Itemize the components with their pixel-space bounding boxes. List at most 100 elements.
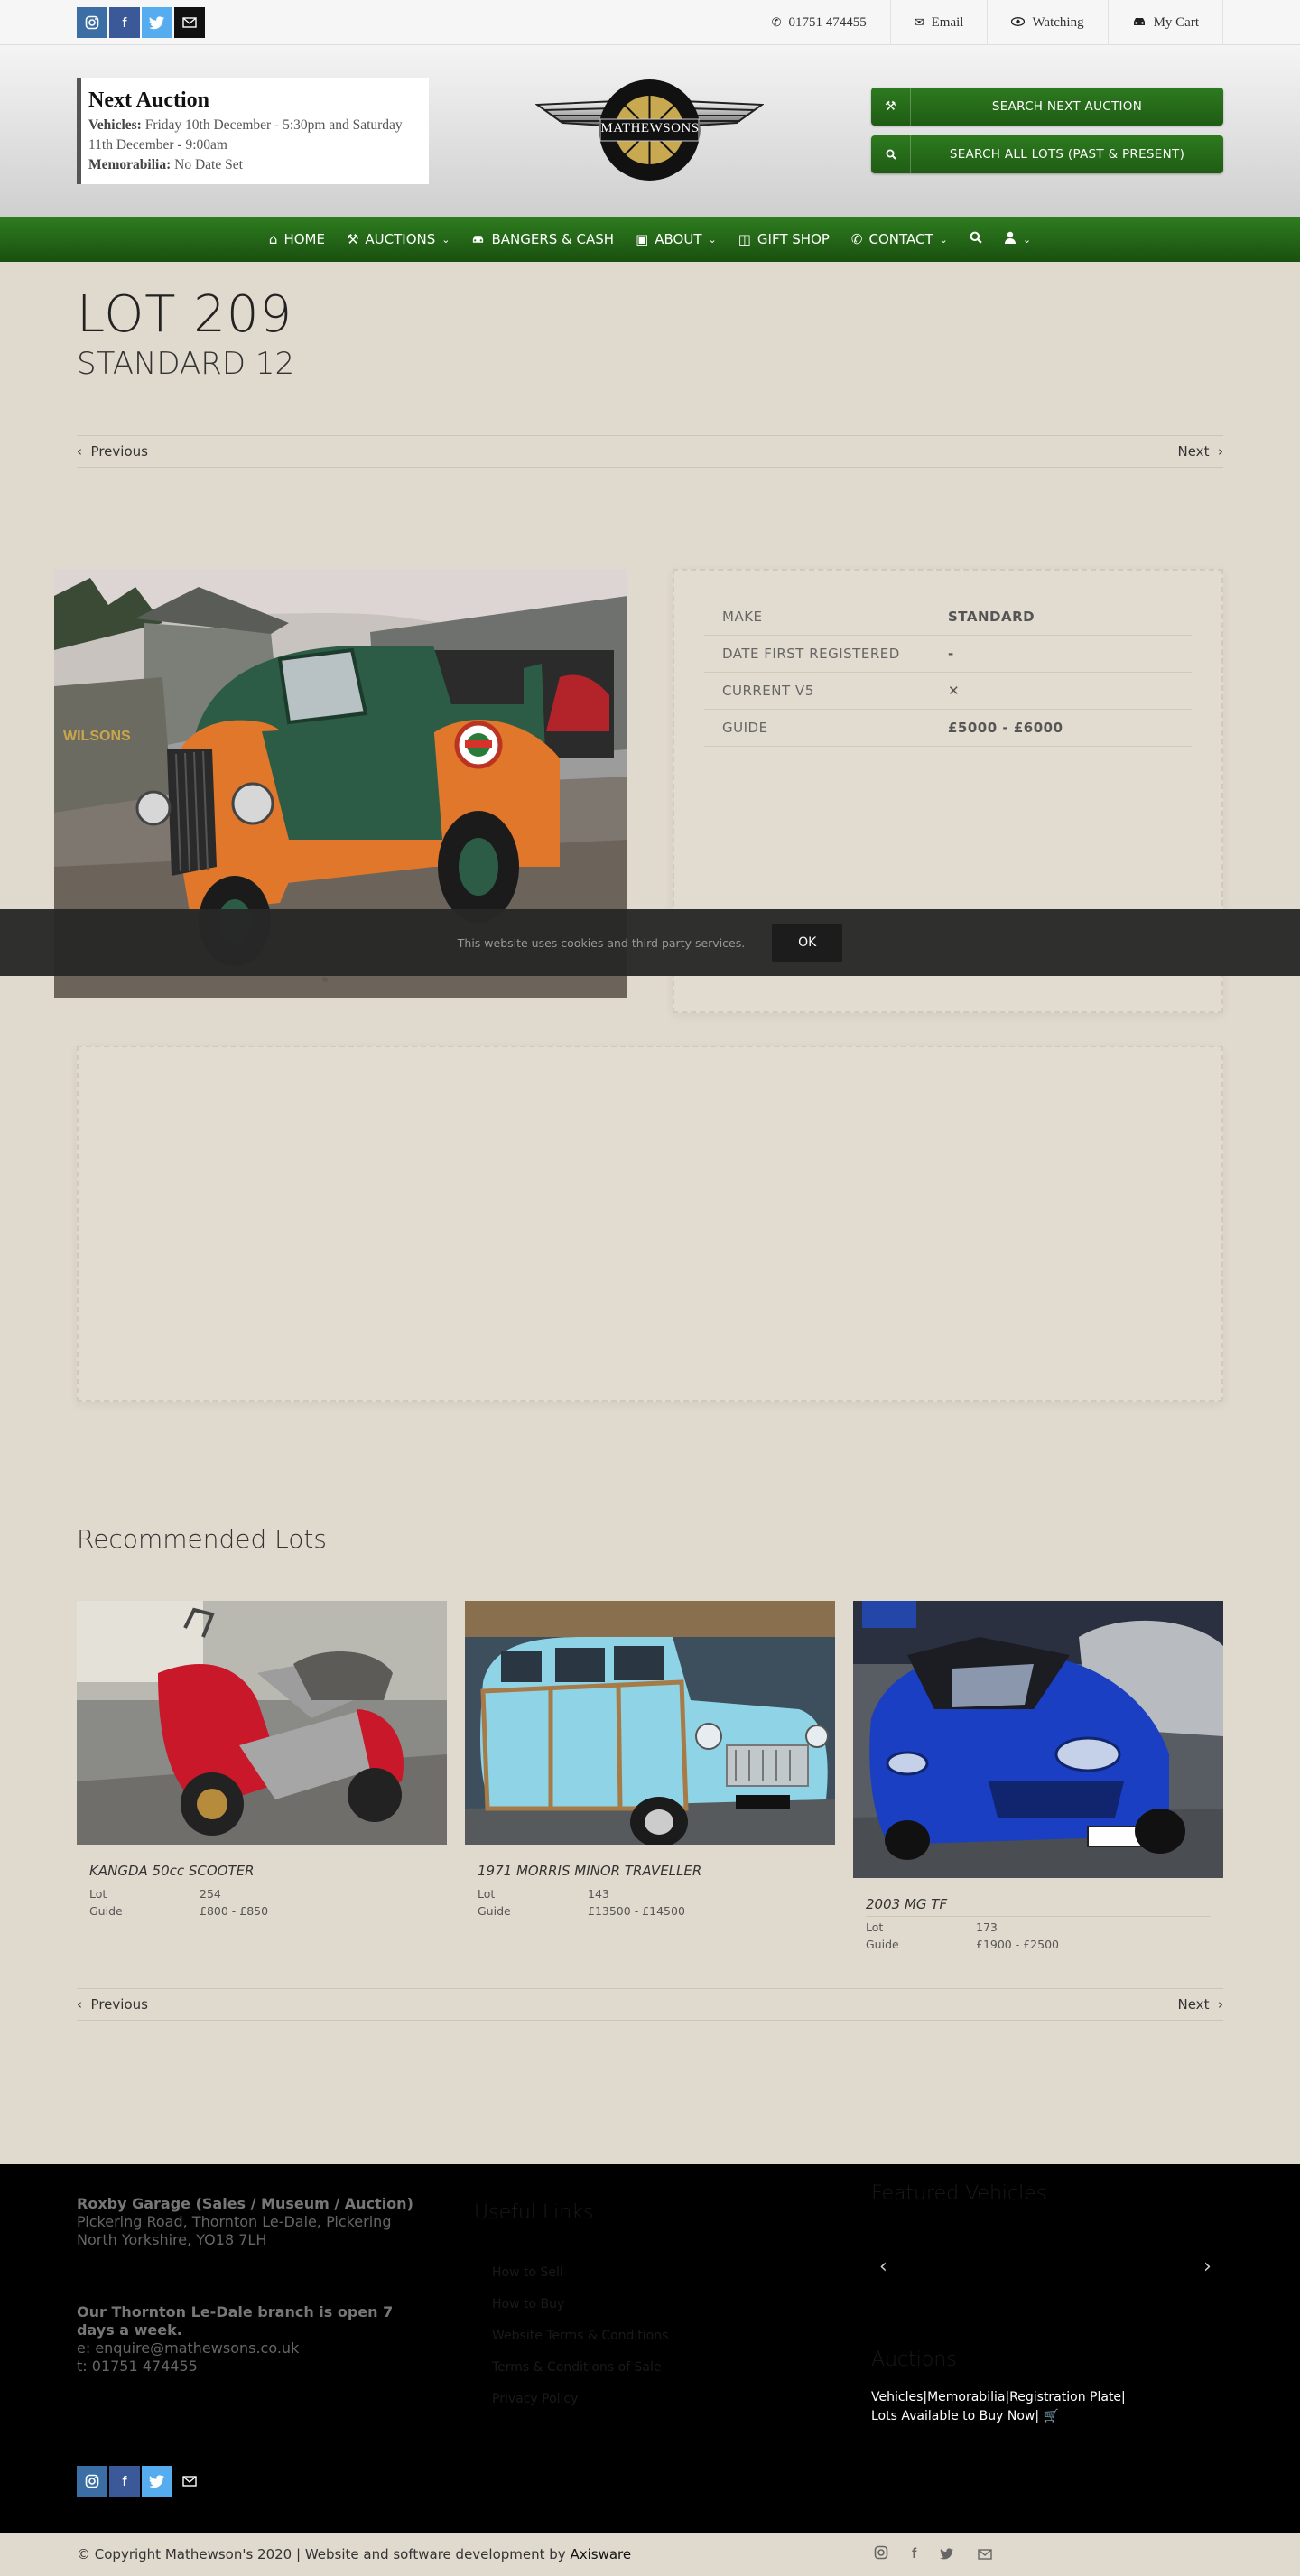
envelope-icon: ✉ xyxy=(914,15,924,29)
garage-address: Pickering Road, Thornton Le-Dale, Picker… xyxy=(77,2213,392,2248)
home-icon: ⌂ xyxy=(268,231,278,247)
footer-link-how-to-sell[interactable]: How to Sell xyxy=(492,2257,668,2289)
facebook-icon[interactable]: f xyxy=(109,7,140,38)
email-icon[interactable] xyxy=(978,2546,993,2563)
recommended-lot-card[interactable]: KANGDA 50cc SCOOTER Lot 254 Guide £800 - £… xyxy=(77,1601,447,1918)
gavel-icon: ⚒ xyxy=(871,88,911,126)
search-next-auction-button[interactable]: ⚒ SEARCH NEXT AUCTION xyxy=(871,88,1223,126)
buy-now-link[interactable]: Lots Available to Buy Now| xyxy=(871,2409,1039,2423)
spec-row-current-v5: CURRENT V5 ✕ xyxy=(704,673,1192,710)
nav-home[interactable]: ⌂ HOME xyxy=(258,217,336,262)
search-icon xyxy=(970,231,982,247)
instagram-icon[interactable] xyxy=(77,7,107,38)
main-navigation: ⌂ HOME ⚒ AUCTIONS ⌄ BANGERS & CASH ▣ ABOUT ⌄ … xyxy=(0,217,1300,262)
lot-description-box xyxy=(77,1046,1223,1402)
phone-link[interactable]: ✆ 01751 474455 xyxy=(748,0,890,45)
nav-gift-shop[interactable]: ◫ GIFT SHOP xyxy=(728,217,840,262)
nav-about[interactable]: ▣ ABOUT ⌄ xyxy=(625,217,728,262)
footer-link-how-to-buy[interactable]: How to Buy xyxy=(492,2289,668,2320)
lot-title: STANDARD 12 xyxy=(77,346,295,382)
twitter-icon[interactable] xyxy=(940,2546,954,2563)
featured-vehicles-title: Featured Vehicles xyxy=(871,2182,1047,2205)
lot-guide-row: Guide £800 - £850 xyxy=(89,1904,269,1918)
twitter-icon[interactable] xyxy=(142,7,172,38)
nav-account[interactable]: ⌄ xyxy=(993,217,1042,262)
phone-icon: ✆ xyxy=(771,15,782,29)
chevron-right-icon: › xyxy=(1218,1996,1223,2013)
lot-guide-row: Guide £13500 - £14500 xyxy=(478,1904,685,1918)
cubes-icon: ▣ xyxy=(636,231,649,247)
previous-lot-link[interactable]: ‹ Previous xyxy=(77,443,148,460)
chevron-down-icon: ⌄ xyxy=(441,233,450,246)
opening-text: Our Thornton Le-Dale branch is open 7 da… xyxy=(77,2303,394,2339)
footer-link-privacy-policy[interactable]: Privacy Policy xyxy=(492,2384,668,2415)
recommended-pager: ‹ Previous Next › xyxy=(77,1988,1223,2021)
spec-row-date-first-registered: DATE FIRST REGISTERED - xyxy=(704,636,1192,673)
lot-number: LOT 209 xyxy=(77,285,293,344)
next-auction-memorabilia: Memorabilia: No Date Set xyxy=(88,157,243,172)
twitter-icon[interactable] xyxy=(142,2466,172,2497)
auction-links: Vehicles|Memorabilia|Registration Plate|… xyxy=(871,2388,1126,2426)
auction-category-links[interactable]: Vehicles|Memorabilia|Registration Plate| xyxy=(871,2390,1126,2404)
cart-icon: 🛒 xyxy=(1039,2409,1059,2423)
footer-email-link[interactable]: e: enquire@mathewsons.co.uk xyxy=(77,2339,299,2357)
footer-link-terms-of-sale[interactable]: Terms & Conditions of Sale xyxy=(492,2352,668,2384)
svg-text:WILSONS: WILSONS xyxy=(63,729,131,744)
lot-image[interactable] xyxy=(853,1601,1223,1878)
social-links: f xyxy=(77,7,205,38)
lot-name[interactable]: 2003 MG TF xyxy=(866,1896,1211,1917)
copyright-text: © Copyright Mathewson's 2020 | Website a… xyxy=(77,2546,632,2562)
eye-icon xyxy=(1011,15,1026,30)
developer-link[interactable]: Axisware xyxy=(570,2546,631,2562)
facebook-icon[interactable]: f xyxy=(109,2466,140,2497)
lot-image[interactable] xyxy=(465,1601,835,1845)
next-lot-link[interactable]: Next › xyxy=(1178,443,1224,460)
email-icon[interactable] xyxy=(174,7,205,38)
facebook-icon[interactable]: f xyxy=(912,2546,916,2562)
recommended-lot-card[interactable]: 1971 MORRIS MINOR TRAVELLER Lot 143 Guide… xyxy=(465,1601,835,1918)
lot-number-row: Lot 173 xyxy=(866,1920,998,1934)
recommended-lot-card[interactable]: 2003 MG TF Lot 173 Guide £1900 - £2500 xyxy=(853,1601,1223,1951)
logo-text: MATHEWSONS xyxy=(600,121,700,135)
nav-contact[interactable]: ✆ CONTACT ⌄ xyxy=(840,217,959,262)
recommended-previous-link[interactable]: ‹ Previous xyxy=(77,1996,148,2013)
cookie-ok-button[interactable]: OK xyxy=(772,924,843,962)
footer-phone-link[interactable]: t: 01751 474455 xyxy=(77,2357,198,2375)
lot-name[interactable]: 1971 MORRIS MINOR TRAVELLER xyxy=(478,1863,822,1883)
email-link[interactable]: ✉ Email xyxy=(889,0,988,45)
search-all-lots-button[interactable]: SEARCH ALL LOTS (PAST & PRESENT) xyxy=(871,135,1223,173)
instagram-icon[interactable] xyxy=(874,2545,888,2563)
watching-link[interactable]: Watching xyxy=(987,0,1107,45)
lot-guide-row: Guide £1900 - £2500 xyxy=(866,1938,1059,1951)
spec-row-make: MAKE STANDARD xyxy=(704,599,1192,636)
email-icon[interactable] xyxy=(174,2466,205,2497)
recommended-next-link[interactable]: Next › xyxy=(1178,1996,1224,2013)
lot-number-row: Lot 254 xyxy=(89,1887,221,1901)
lot-name[interactable]: KANGDA 50cc SCOOTER xyxy=(89,1863,434,1883)
top-utility-nav: ✆ 01751 474455 ✉ Email Watching My Cart xyxy=(748,0,1223,45)
copyright-bar: © Copyright Mathewson's 2020 | Website a… xyxy=(0,2533,1300,2576)
nav-bangers-cash[interactable]: BANGERS & CASH xyxy=(460,217,625,262)
gavel-icon: ⚒ xyxy=(346,231,359,247)
chevron-left-icon: ‹ xyxy=(77,443,82,460)
instagram-icon[interactable] xyxy=(77,2466,107,2497)
cart-link[interactable]: My Cart xyxy=(1107,0,1223,45)
car-icon xyxy=(471,231,485,247)
cross-icon: ✕ xyxy=(948,683,961,699)
nav-search[interactable] xyxy=(959,217,993,262)
footer-social-links: f xyxy=(77,2466,205,2497)
lot-image[interactable] xyxy=(77,1601,447,1845)
spec-row-guide: GUIDE £5000 - £6000 xyxy=(704,710,1192,747)
copyright-social: f xyxy=(874,2545,993,2563)
chevron-left-icon: ‹ xyxy=(77,1996,82,2013)
footer-contact: Roxby Garage (Sales / Museum / Auction) … xyxy=(77,2195,438,2376)
cookie-banner: This website uses cookies and third part… xyxy=(0,909,1300,976)
next-auction-title: Next Auction xyxy=(88,88,209,112)
nav-auctions[interactable]: ⚒ AUCTIONS ⌄ xyxy=(336,217,461,262)
gift-icon: ◫ xyxy=(738,231,751,247)
footer-link-website-terms[interactable]: Website Terms & Conditions xyxy=(492,2320,668,2352)
recommended-lots-title: Recommended Lots xyxy=(77,1524,327,1554)
featured-next-arrow-icon[interactable]: › xyxy=(1203,2255,1212,2278)
chevron-down-icon: ⌄ xyxy=(1022,233,1032,246)
featured-prev-arrow-icon[interactable]: ‹ xyxy=(879,2255,887,2278)
